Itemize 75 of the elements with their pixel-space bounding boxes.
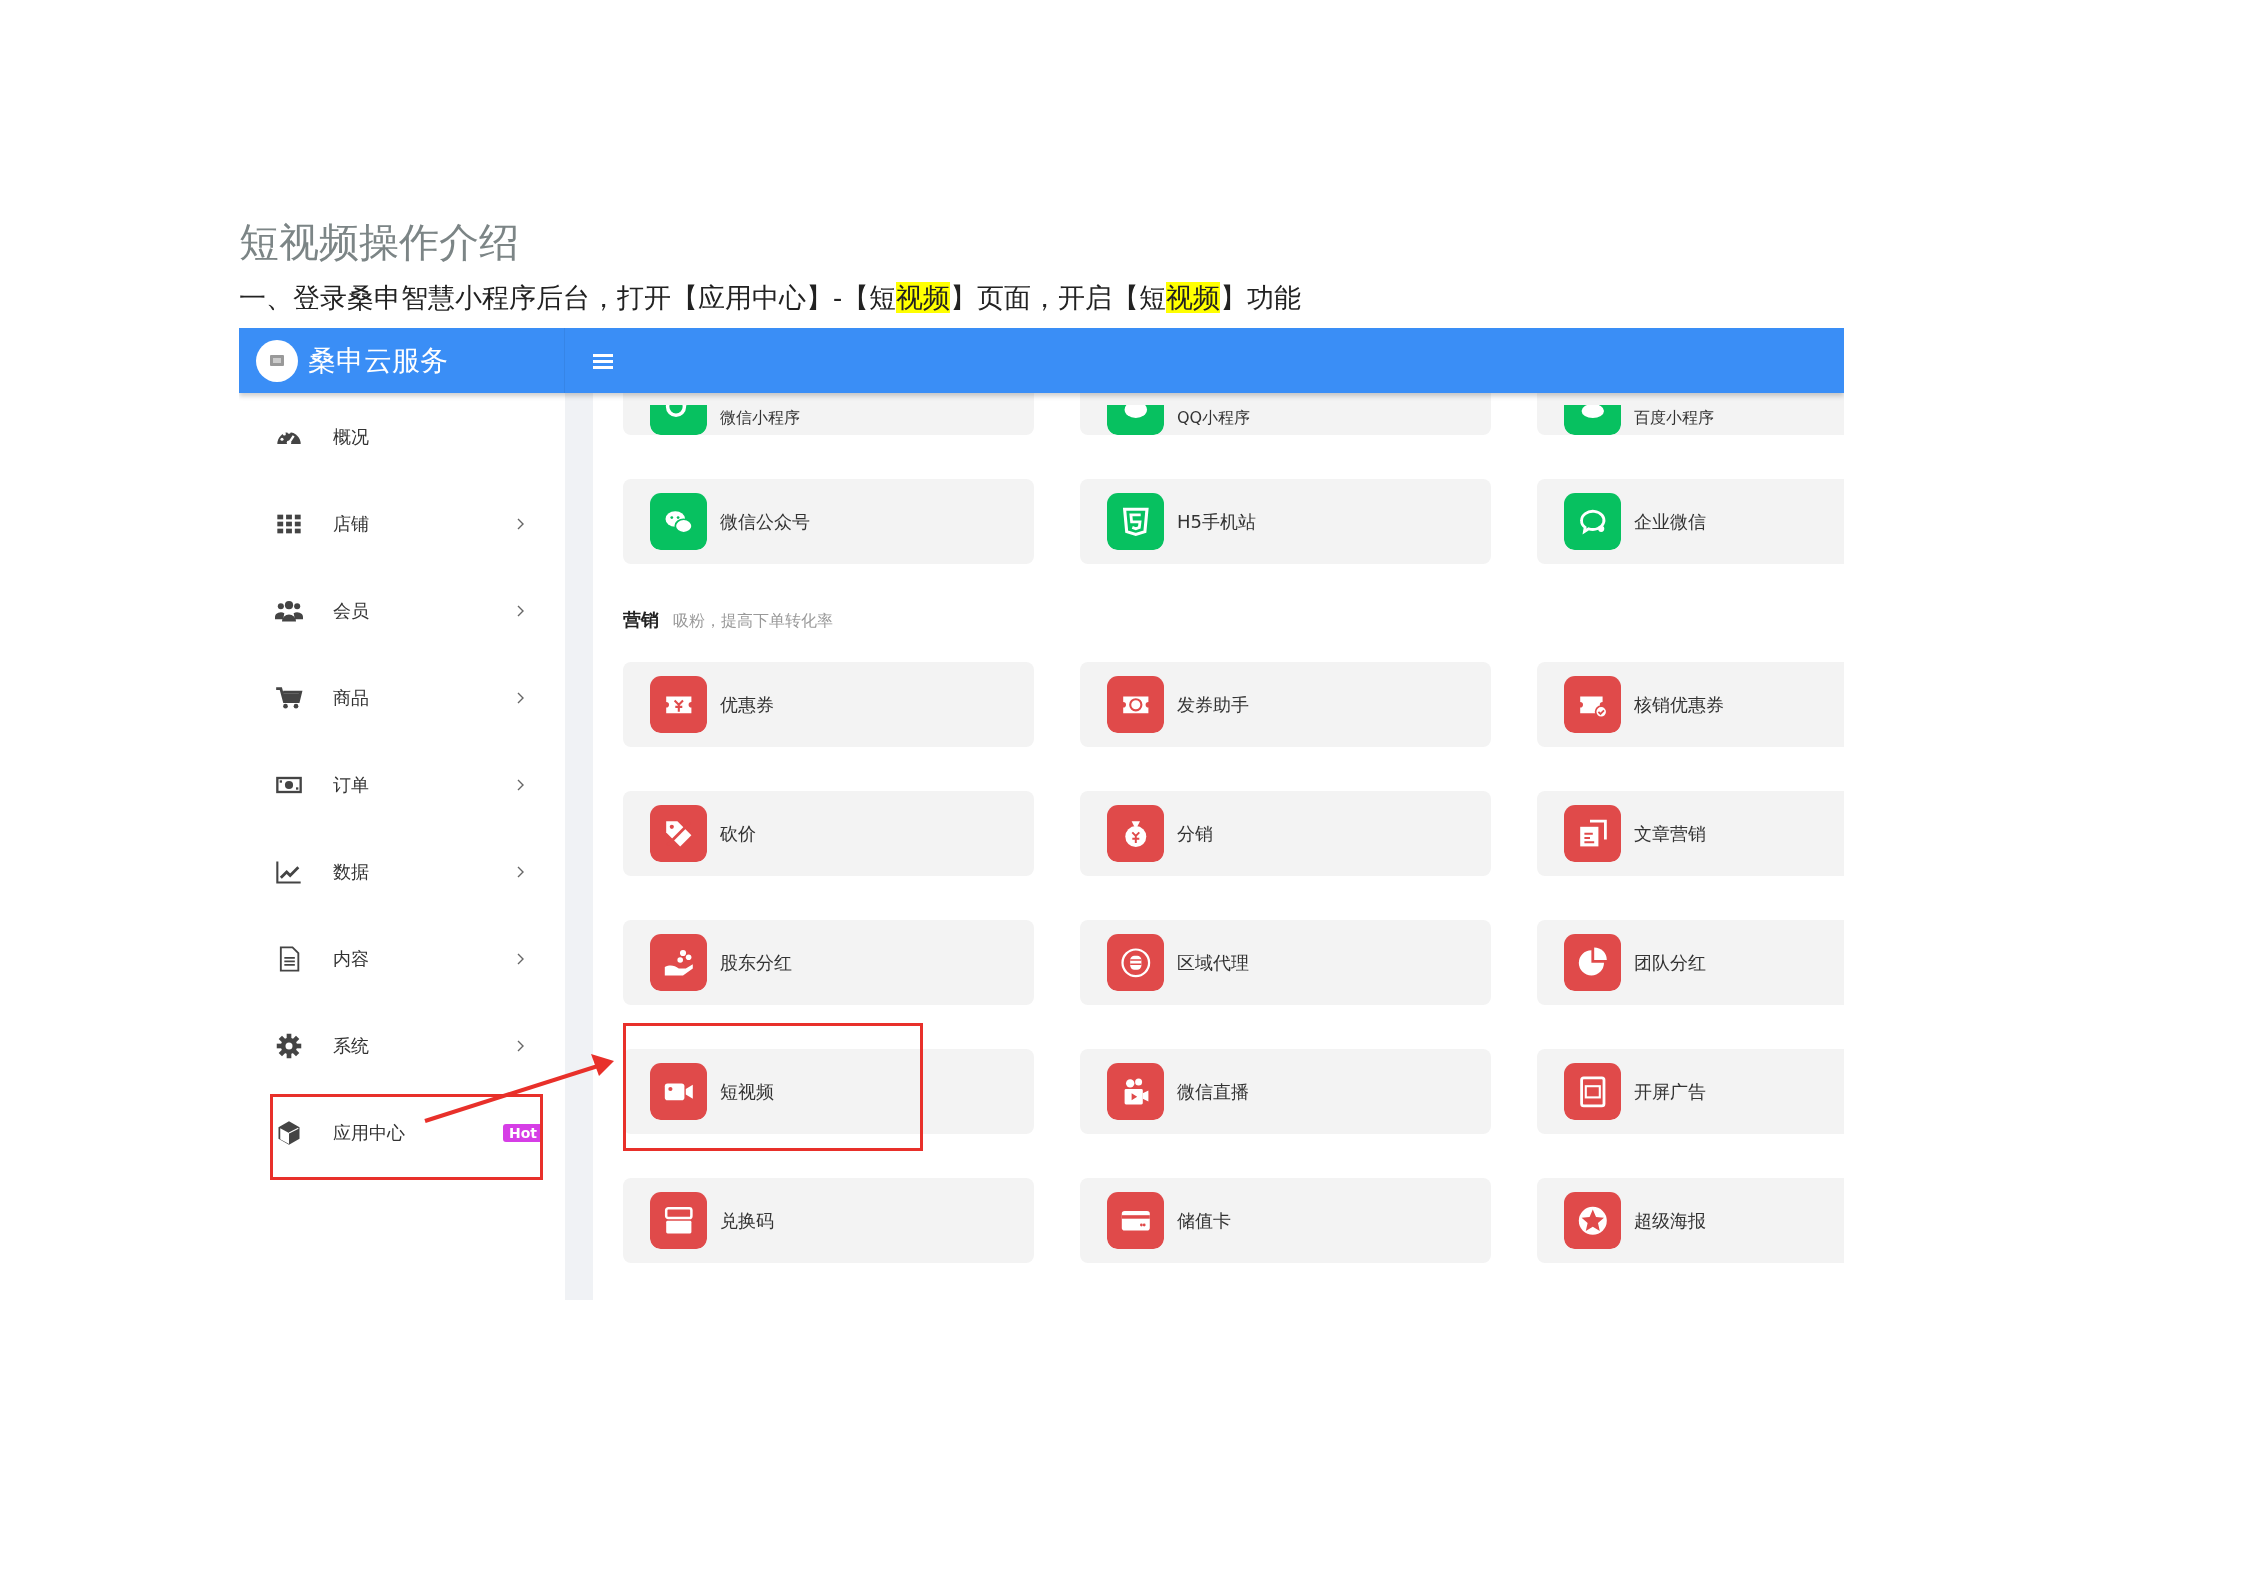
hot-badge: Hot [502,1123,543,1142]
app-card[interactable]: 团队分红 [1537,920,1844,1005]
card-label: 百度小程序 [1634,408,1714,429]
card-label: 微信直播 [1177,1079,1249,1104]
sidebar-item[interactable]: 订单 [239,741,565,828]
money-bag-icon [1107,805,1164,862]
card-label: 微信公众号 [720,509,810,534]
logo-icon [256,339,298,382]
card-label: 文章营销 [1634,821,1706,846]
card-label: QQ小程序 [1177,408,1251,429]
card-label: 分销 [1177,821,1213,846]
app-card[interactable]: 微信小程序 [623,393,1034,435]
sidebar-item[interactable]: 概况 [239,393,565,480]
sidebar-item[interactable]: 商品 [239,654,565,741]
card-label: 储值卡 [1177,1208,1231,1233]
app-card[interactable]: 微信直播 [1080,1049,1491,1134]
card-label: 股东分红 [720,950,792,975]
sidebar-item[interactable]: 应用中心 Hot [239,1089,565,1176]
card-label: H5手机站 [1177,509,1256,534]
card-label: 核销优惠券 [1634,692,1724,717]
brand-name: 桑申云服务 [308,342,448,379]
card-label: 超级海报 [1634,1208,1706,1233]
app-card[interactable]: 发券助手 [1080,662,1491,747]
ticket-icon [1107,676,1164,733]
app-card[interactable]: 股东分红 [623,920,1034,1005]
ticket-icon [650,676,707,733]
app-card[interactable]: 砍价 [623,791,1034,876]
movie-camera-icon [1107,1063,1164,1120]
section-subtitle: 吸粉，提高下单转化率 [673,611,833,632]
chat-bubbles-icon [650,493,707,550]
app-card[interactable]: 开屏广告 [1537,1049,1844,1134]
card-label: 团队分红 [1634,950,1706,975]
card-label: 开屏广告 [1634,1079,1706,1104]
app-card[interactable]: 文章营销 [1537,791,1844,876]
card-label: 兑换码 [720,1208,774,1233]
card-label: 企业微信 [1634,509,1706,534]
tag-icon [650,805,707,862]
section-title: 营销 [623,608,659,632]
menu-icon[interactable] [593,351,613,370]
app-card[interactable]: H5手机站 [1080,479,1491,564]
credit-card-icon [1107,1192,1164,1249]
app-card[interactable]: 分销 [1080,791,1491,876]
sidebar-item[interactable]: 会员 [239,567,565,654]
ticket-icon [1564,676,1621,733]
card-label: 优惠券 [720,692,774,717]
hand-coins-icon [650,934,707,991]
shield-icon [1107,493,1164,550]
sidebar-item[interactable]: 系统 [239,1002,565,1089]
card-label: 发券助手 [1177,692,1249,717]
pie-chart-icon [1564,934,1621,991]
card-label: 砍价 [720,821,756,846]
gear-icon [275,1031,303,1060]
app-card[interactable]: 企业微信 [1537,479,1844,564]
app-card[interactable]: 核销优惠券 [1537,662,1844,747]
sidebar-item[interactable]: 店铺 [239,480,565,567]
app-card[interactable]: 区域代理 [1080,920,1491,1005]
document-heading: 短视频操作介绍 [239,218,520,267]
app-card[interactable]: QQ小程序 [1080,393,1491,435]
app-card[interactable]: 优惠券 [623,662,1034,747]
framed-screen-icon [1564,1063,1621,1120]
app-card[interactable]: 短视频 [623,1049,1034,1134]
document-icon [1564,805,1621,862]
app-card[interactable]: 微信公众号 [623,479,1034,564]
video-camera-icon [650,1063,707,1120]
card-label: 区域代理 [1177,950,1249,975]
card-label: 短视频 [720,1079,774,1104]
sidebar-item[interactable]: 内容 [239,915,565,1002]
card-label: 微信小程序 [720,408,800,429]
app-card[interactable]: 兑换码 [623,1178,1034,1263]
app-card[interactable]: 储值卡 [1080,1178,1491,1263]
coin-stack-icon [1107,934,1164,991]
card-icon [650,1192,707,1249]
app-card[interactable]: 百度小程序 [1537,393,1844,435]
sidebar-item[interactable]: 数据 [239,828,565,915]
app-card[interactable]: 超级海报 [1537,1178,1844,1263]
